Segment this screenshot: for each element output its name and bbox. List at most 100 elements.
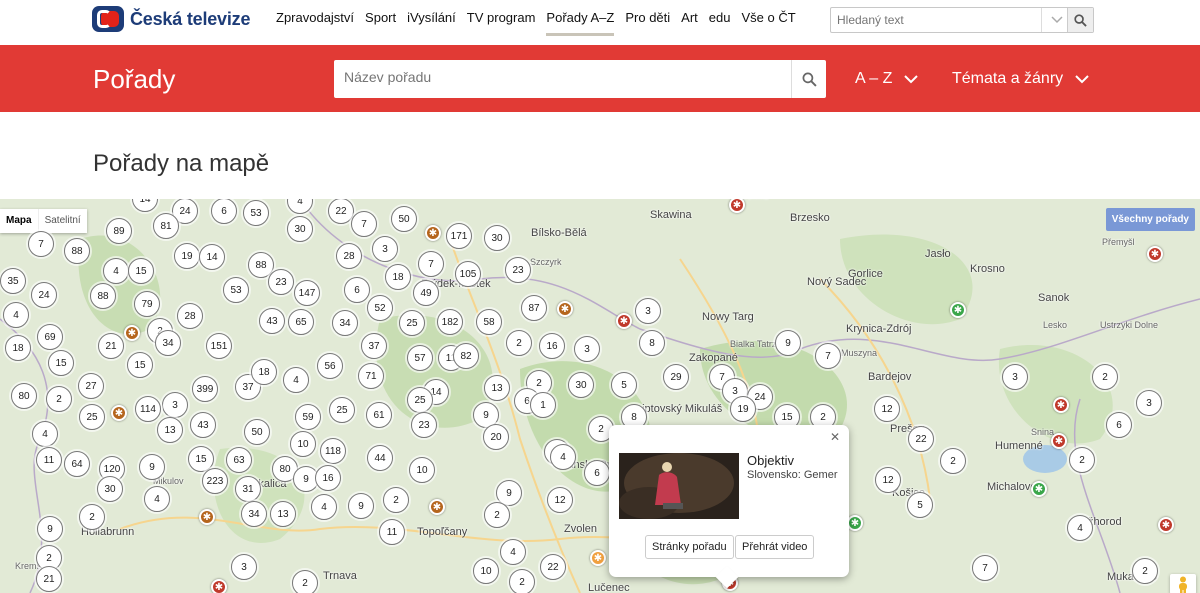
cluster-marker[interactable]: 16 [539,333,565,359]
cluster-marker[interactable]: 25 [407,387,433,413]
cluster-marker[interactable]: 30 [97,476,123,502]
cluster-marker[interactable]: 28 [336,243,362,269]
cluster-marker[interactable]: 56 [317,353,343,379]
close-icon[interactable]: ✕ [830,430,840,444]
program-map[interactable]: Mapa Satelitní Všechny pořady BochniaSka… [0,199,1200,593]
cluster-marker[interactable]: 15 [48,350,74,376]
cluster-marker[interactable]: 11 [379,519,405,545]
cluster-marker[interactable]: 59 [295,404,321,430]
cluster-marker[interactable]: 399 [192,376,218,402]
cluster-marker[interactable]: 2 [940,448,966,474]
cluster-marker[interactable]: 88 [90,283,116,309]
cluster-marker[interactable]: 10 [290,431,316,457]
ct-logo[interactable]: Česká televize [92,5,250,33]
cluster-marker[interactable]: 2 [484,502,510,528]
cluster-marker[interactable]: 22 [540,554,566,580]
cluster-marker[interactable]: 25 [399,310,425,336]
cluster-marker[interactable]: 23 [268,269,294,295]
cluster-marker[interactable]: 18 [251,359,277,385]
cluster-marker[interactable]: 20 [483,424,509,450]
nav-porady-az[interactable]: Pořady A–Z [546,10,615,36]
cluster-marker[interactable]: 7 [351,211,377,237]
cluster-marker[interactable]: 18 [385,264,411,290]
cluster-marker[interactable]: 9 [775,330,801,356]
cluster-marker[interactable]: 118 [320,438,346,464]
cluster-marker[interactable]: 43 [259,308,285,334]
cluster-marker[interactable]: 44 [367,445,393,471]
cluster-marker[interactable]: 71 [358,363,384,389]
cluster-marker[interactable]: 80 [11,383,37,409]
program-pin-icon[interactable]: ✱ [199,509,215,525]
cluster-marker[interactable]: 9 [37,516,63,542]
program-pin-icon[interactable]: ✱ [590,550,606,566]
nav-sport[interactable]: Sport [365,10,396,36]
program-pin-icon[interactable]: ✱ [429,499,445,515]
map-type-satellite[interactable]: Satelitní [37,209,87,233]
cluster-marker[interactable]: 2 [1092,364,1118,390]
cluster-marker[interactable]: 4 [311,494,337,520]
cluster-marker[interactable]: 7 [972,555,998,581]
program-search-input[interactable] [344,69,774,85]
cluster-marker[interactable]: 31 [235,476,261,502]
cluster-marker[interactable]: 4 [1067,515,1093,541]
cluster-marker[interactable]: 37 [361,333,387,359]
cluster-marker[interactable]: 53 [243,200,269,226]
cluster-marker[interactable]: 16 [315,465,341,491]
cluster-marker[interactable]: 10 [473,558,499,584]
cluster-marker[interactable]: 3 [1136,390,1162,416]
cluster-marker[interactable]: 35 [0,268,26,294]
cluster-marker[interactable]: 6 [344,277,370,303]
video-thumbnail[interactable] [619,453,739,519]
cluster-marker[interactable]: 43 [190,412,216,438]
cluster-marker[interactable]: 3 [635,298,661,324]
program-pin-icon[interactable]: ✱ [1051,433,1067,449]
cluster-marker[interactable]: 82 [453,343,479,369]
cluster-marker[interactable]: 2 [1132,558,1158,584]
cluster-marker[interactable]: 13 [484,375,510,401]
cluster-marker[interactable]: 5 [907,492,933,518]
program-pin-icon[interactable]: ✱ [111,405,127,421]
program-page-button[interactable]: Stránky pořadu [645,535,734,559]
cluster-marker[interactable]: 2 [506,330,532,356]
cluster-marker[interactable]: 50 [391,206,417,232]
cluster-marker[interactable]: 19 [730,396,756,422]
street-view-pegman-icon[interactable] [1170,574,1196,593]
cluster-marker[interactable]: 4 [32,421,58,447]
cluster-marker[interactable]: 25 [329,397,355,423]
nav-zpravodajstvi[interactable]: Zpravodajství [276,10,354,36]
cluster-marker[interactable]: 28 [177,303,203,329]
play-video-button[interactable]: Přehrát video [735,535,815,559]
cluster-marker[interactable]: 6 [1106,412,1132,438]
cluster-marker[interactable]: 2 [1069,447,1095,473]
cluster-marker[interactable]: 27 [78,373,104,399]
cluster-marker[interactable]: 22 [328,199,354,224]
cluster-marker[interactable]: 13 [157,417,183,443]
cluster-marker[interactable]: 34 [155,330,181,356]
program-pin-icon[interactable]: ✱ [211,579,227,593]
cluster-marker[interactable]: 63 [226,447,252,473]
cluster-marker[interactable]: 151 [206,333,232,359]
cluster-marker[interactable]: 15 [128,258,154,284]
program-pin-icon[interactable]: ✱ [847,515,863,531]
cluster-marker[interactable]: 21 [36,566,62,592]
cluster-marker[interactable]: 182 [437,309,463,335]
cluster-marker[interactable]: 22 [908,426,934,452]
cluster-marker[interactable]: 2 [509,569,535,593]
cluster-marker[interactable]: 50 [244,419,270,445]
cluster-marker[interactable]: 64 [64,451,90,477]
cluster-marker[interactable]: 3 [1002,364,1028,390]
cluster-marker[interactable]: 24 [31,282,57,308]
cluster-marker[interactable]: 9 [139,454,165,480]
cluster-marker[interactable]: 4 [283,367,309,393]
program-search-button[interactable] [791,60,826,98]
cluster-marker[interactable]: 23 [505,257,531,283]
cluster-marker[interactable]: 25 [79,404,105,430]
nav-ivysilani[interactable]: iVysílání [407,10,456,36]
cluster-marker[interactable]: 18 [5,335,31,361]
cluster-marker[interactable]: 4 [144,486,170,512]
cluster-marker[interactable]: 61 [366,402,392,428]
cluster-marker[interactable]: 15 [127,352,153,378]
program-pin-icon[interactable]: ✱ [1031,481,1047,497]
program-pin-icon[interactable]: ✱ [1147,246,1163,262]
cluster-marker[interactable]: 14 [199,244,225,270]
